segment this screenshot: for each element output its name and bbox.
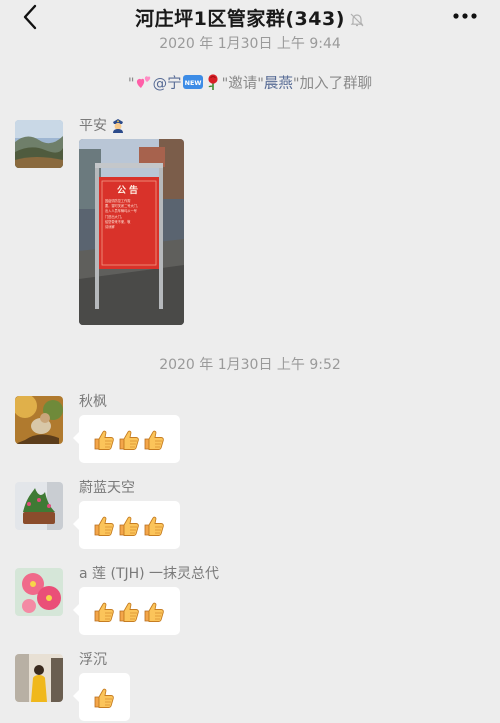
thumbs-up-emoji: [92, 686, 116, 710]
sign-line: 请谅解: [105, 225, 115, 230]
thumbs-up-emoji: [142, 514, 166, 538]
group-name: 河庄坪1区管家群(343): [135, 8, 345, 30]
sender-name: 浮沉: [79, 652, 107, 668]
sender-name: a 莲 (TJH) 一抹灵总代: [79, 566, 220, 582]
notice-suffix: "加入了群聊: [292, 76, 373, 92]
avatar[interactable]: [15, 396, 63, 444]
police-officer-emoji: [113, 119, 123, 133]
new-badge-emoji: NEW: [182, 75, 203, 89]
thumbs-up-emoji: [117, 428, 141, 452]
notice-open-quote: ": [127, 76, 135, 92]
invitee-name[interactable]: 晨燕: [264, 76, 293, 92]
thumbs-up-emoji: [92, 514, 116, 538]
sign-text: 因疫情防控工作需 要，暂时关闭二号大门， 出入人员车辆均从一号 门进出大门。 给…: [105, 199, 155, 230]
system-join-notice: " @宁 NEW "邀请"晨燕"加入了群聊: [0, 72, 500, 93]
sender-name: 蔚蓝天空: [79, 480, 135, 496]
avatar[interactable]: [15, 568, 63, 616]
thumbs-up-emoji: [142, 600, 166, 624]
more-options-icon[interactable]: [452, 12, 478, 20]
sign-title: 公告: [116, 186, 141, 196]
avatar[interactable]: [15, 120, 63, 168]
announcement-photo[interactable]: 公告 因疫情防控工作需 要，暂时关闭二号大门， 出入人员车辆均从一号 门进出大门…: [79, 139, 184, 325]
message-bubble[interactable]: [73, 501, 180, 549]
chat-title: 河庄坪1区管家群(343): [0, 4, 500, 31]
thumbs-up-emoji: [117, 600, 141, 624]
message-bubble[interactable]: [73, 587, 180, 635]
mute-bell-icon: [350, 13, 364, 26]
timestamp: 2020 年 1月30日 上午 9:52: [159, 357, 341, 373]
thumbs-up-emoji: [92, 428, 116, 452]
sender-name: 秋枫: [79, 394, 107, 410]
chat-header: 河庄坪1区管家群(343): [0, 0, 500, 36]
avatar[interactable]: [15, 654, 63, 702]
sender-name-text: 平安: [79, 118, 107, 134]
svg-text:NEW: NEW: [184, 79, 201, 87]
timestamp: 2020 年 1月30日 上午 9:44: [159, 36, 341, 52]
thumbs-up-emoji: [142, 428, 166, 452]
notice-invited-text: "邀请": [221, 76, 264, 92]
message-bubble[interactable]: [73, 415, 180, 463]
two-hearts-emoji: [136, 76, 150, 88]
inviter-name[interactable]: @宁: [153, 76, 182, 92]
avatar[interactable]: [15, 482, 63, 530]
sender-name: 平安: [79, 115, 126, 135]
rose-emoji: [207, 74, 218, 90]
thumbs-up-emoji: [117, 514, 141, 538]
message-bubble[interactable]: [73, 673, 130, 721]
thumbs-up-emoji: [92, 600, 116, 624]
